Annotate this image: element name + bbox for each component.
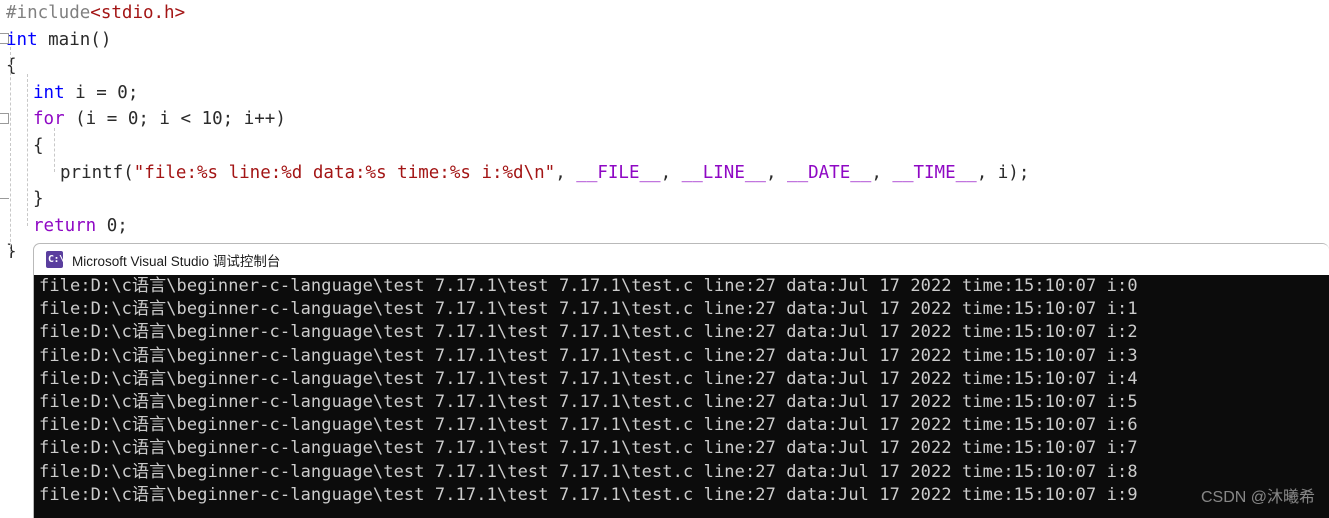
debug-console-window[interactable]: C:\ Microsoft Visual Studio 调试控制台 file:D… <box>33 243 1329 518</box>
console-output-area[interactable]: file:D:\c语言\beginner-c-language\test 7.1… <box>34 275 1329 518</box>
cmd-console-icon: C:\ <box>46 251 63 268</box>
console-output-line: file:D:\c语言\beginner-c-language\test 7.1… <box>39 461 1138 482</box>
code-token: #include <box>6 3 91 23</box>
code-token: i = 0; <box>64 82 139 103</box>
indent-guide-rail <box>10 47 12 252</box>
console-window-title: Microsoft Visual Studio 调试控制台 <box>72 253 281 269</box>
code-fold-marker[interactable] <box>0 113 9 124</box>
code-token: __TIME__ <box>892 162 977 183</box>
code-token: main() <box>37 29 112 50</box>
code-token: "file:%s line:%d data:%s time:%s i:%d\n" <box>133 162 556 183</box>
code-token: , <box>660 162 682 183</box>
code-token: , <box>555 162 577 183</box>
code-token: 0; <box>96 215 128 236</box>
code-line[interactable]: #include<stdio.h> <box>0 0 1029 27</box>
code-line[interactable]: for (i = 0; i < 10; i++) <box>0 106 1029 133</box>
code-token: (i = 0; i < 10; i++) <box>64 109 286 130</box>
console-output-line: file:D:\c语言\beginner-c-language\test 7.1… <box>39 391 1138 412</box>
console-output-line: file:D:\c语言\beginner-c-language\test 7.1… <box>39 299 1138 320</box>
console-output-line: file:D:\c语言\beginner-c-language\test 7.1… <box>39 345 1138 366</box>
code-text-area[interactable]: #include<stdio.h> int main(){int i = 0; fo… <box>0 0 1029 258</box>
code-line[interactable]: return 0; <box>0 213 1029 240</box>
code-token: __FILE__ <box>576 162 661 183</box>
console-output-line: file:D:\c语言\beginner-c-language\test 7.1… <box>39 484 1138 505</box>
console-output-line: file:D:\c语言\beginner-c-language\test 7.1… <box>39 438 1138 459</box>
indent-guide-rail <box>54 128 56 172</box>
code-token: <stdio.h> <box>90 3 186 23</box>
code-line[interactable]: } <box>0 186 1029 213</box>
code-line[interactable]: int main() <box>0 27 1029 54</box>
console-output-line: file:D:\c语言\beginner-c-language\test 7.1… <box>39 322 1138 343</box>
console-output-line: file:D:\c语言\beginner-c-language\test 7.1… <box>39 276 1138 296</box>
code-editor-pane[interactable]: #include<stdio.h> int main(){int i = 0; fo… <box>0 0 1329 258</box>
code-token: __LINE__ <box>681 162 766 183</box>
console-output-lines: file:D:\c语言\beginner-c-language\test 7.1… <box>39 275 1138 507</box>
csdn-watermark: CSDN @沐曦希 <box>1200 489 1315 506</box>
code-line[interactable]: { <box>0 133 1029 160</box>
console-title-bar[interactable]: C:\ Microsoft Visual Studio 调试控制台 <box>34 244 1329 275</box>
code-token: } <box>33 189 44 210</box>
code-token: for <box>33 109 65 130</box>
console-output-line: file:D:\c语言\beginner-c-language\test 7.1… <box>39 368 1138 389</box>
code-line[interactable]: printf("file:%s line:%d data:%s time:%s … <box>0 160 1029 187</box>
code-fold-marker[interactable] <box>0 198 9 199</box>
code-token: , i); <box>976 162 1030 183</box>
code-token: return <box>33 215 97 236</box>
code-fold-marker[interactable] <box>0 33 9 44</box>
code-token: int <box>33 82 65 103</box>
screen-root: #include<stdio.h> int main(){int i = 0; fo… <box>0 0 1329 518</box>
code-token: __DATE__ <box>787 162 872 183</box>
code-line[interactable]: int i = 0; <box>0 80 1029 107</box>
code-line[interactable]: { <box>0 53 1029 80</box>
console-output-line: file:D:\c语言\beginner-c-language\test 7.1… <box>39 415 1138 436</box>
code-token: { <box>33 135 44 156</box>
cmd-icon-glyph: C:\ <box>48 254 63 265</box>
code-token: , <box>765 162 788 183</box>
code-token: printf( <box>60 162 134 183</box>
code-token: , <box>871 162 893 183</box>
indent-guide-rail <box>27 74 29 226</box>
